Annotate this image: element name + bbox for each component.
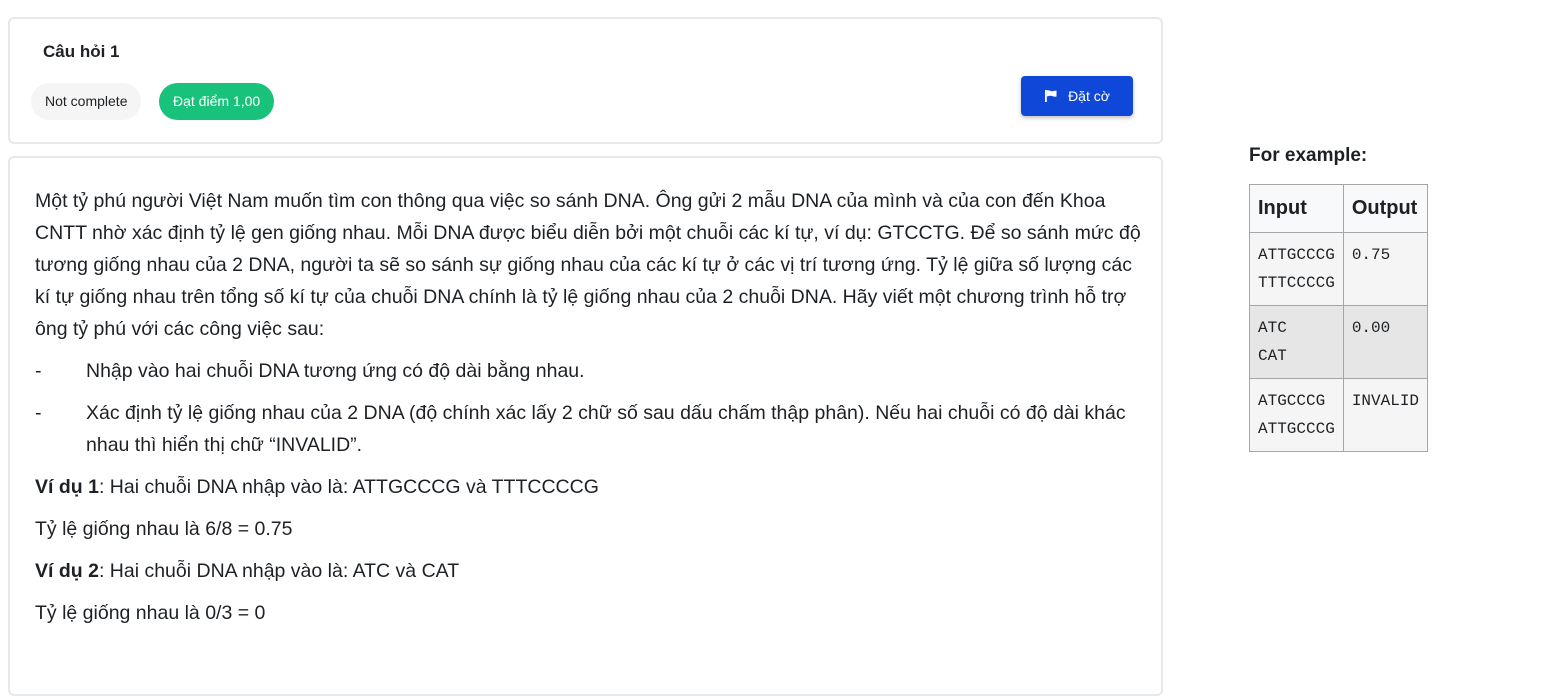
- question-title: Câu hỏi 1: [43, 42, 120, 61]
- bullet-dash: -: [35, 402, 42, 424]
- example-2-label: Ví dụ 2: [35, 560, 99, 582]
- example-2-text: : Hai chuỗi DNA nhập vào là: ATC và CAT: [98, 560, 460, 582]
- flag-icon: [1044, 89, 1058, 103]
- question-text: Một tỷ phú người Việt Nam muốn tìm con t…: [35, 185, 1145, 639]
- input-cell: ATGCCCG ATTGCCCG: [1249, 378, 1344, 452]
- flag-button-label: Đặt cờ: [1068, 88, 1110, 104]
- table-row: ATC CAT 0.00: [1249, 305, 1429, 379]
- output-cell: 0.75: [1342, 232, 1429, 306]
- example-1-text: : Hai chuỗi DNA nhập vào là: ATTGCCCG và…: [98, 476, 599, 498]
- requirement-text: Xác định tỷ lệ giống nhau của 2 DNA (độ …: [86, 402, 1126, 456]
- examples-table: Input Output ATTGCCCG TTTCCCCG 0.75 ATC …: [1249, 184, 1429, 452]
- example-1: Ví dụ 1: Hai chuỗi DNA nhập vào là: ATTG…: [35, 471, 1145, 503]
- question-info-card: Câu hỏi 1 Not complete Đạt điểm 1,00 Đặt…: [8, 17, 1163, 144]
- example-1-label: Ví dụ 1: [35, 476, 99, 498]
- requirement-item: - Nhập vào hai chuỗi DNA tương ứng có độ…: [35, 355, 1145, 387]
- flag-question-button[interactable]: Đặt cờ: [1021, 76, 1133, 116]
- example-1-result: Tỷ lệ giống nhau là 6/8 = 0.75: [35, 518, 293, 540]
- output-cell: INVALID: [1342, 378, 1429, 452]
- table-header-row: Input Output: [1249, 184, 1429, 233]
- table-row: ATTGCCCG TTTCCCCG 0.75: [1249, 232, 1429, 306]
- example-2-result: Tỷ lệ giống nhau là 0/3 = 0: [35, 602, 266, 624]
- column-header-input: Input: [1249, 184, 1344, 233]
- grade-badge: Đạt điểm 1,00: [159, 83, 275, 120]
- requirement-text: Nhập vào hai chuỗi DNA tương ứng có độ d…: [86, 360, 585, 382]
- completion-status-badge: Not complete: [31, 83, 142, 120]
- output-cell: 0.00: [1342, 305, 1429, 379]
- requirement-item: - Xác định tỷ lệ giống nhau của 2 DNA (đ…: [35, 397, 1145, 461]
- problem-description: Một tỷ phú người Việt Nam muốn tìm con t…: [35, 190, 1141, 340]
- bullet-dash: -: [35, 360, 42, 382]
- examples-heading: For example:: [1249, 145, 1368, 166]
- column-header-output: Output: [1342, 184, 1429, 233]
- input-cell: ATTGCCCG TTTCCCCG: [1249, 232, 1344, 306]
- example-2: Ví dụ 2: Hai chuỗi DNA nhập vào là: ATC …: [35, 555, 1145, 587]
- input-cell: ATC CAT: [1249, 305, 1344, 379]
- question-content-card: Một tỷ phú người Việt Nam muốn tìm con t…: [8, 156, 1163, 696]
- table-row: ATGCCCG ATTGCCCG INVALID: [1249, 378, 1429, 452]
